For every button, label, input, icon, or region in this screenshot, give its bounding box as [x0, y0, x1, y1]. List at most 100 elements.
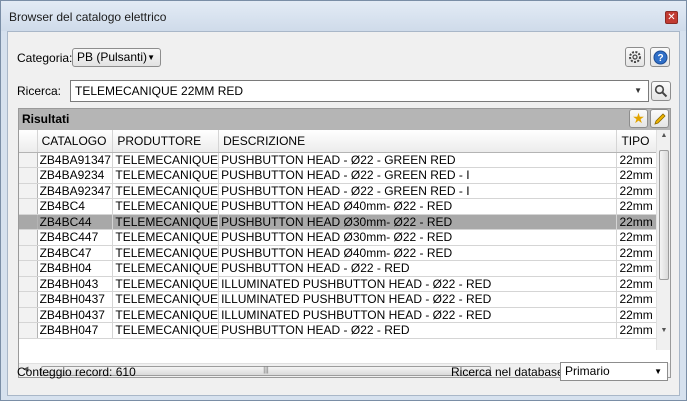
results-panel: Risultati ★ CATALOGO PRODUTTORE DESCRIZI… — [18, 108, 671, 378]
cell-tipo: 22mm — [616, 198, 657, 215]
results-grid[interactable]: CATALOGO PRODUTTORE DESCRIZIONE TIPO ZB4… — [19, 130, 657, 350]
cell-catalogo: ZB4BC44 — [37, 214, 114, 230]
row-header[interactable] — [19, 245, 38, 261]
table-row[interactable]: ZB4BA9234 TELEMECANIQUE PUSHBUTTON HEAD - … — [19, 167, 657, 184]
cell-descrizione: ILLUMINATED PUSHBUTTON HEAD - Ø22 - RED — [218, 307, 618, 323]
favorites-button[interactable]: ★ — [629, 109, 648, 128]
search-input[interactable]: TELEMECANIQUE 22MM RED ▼ — [70, 80, 649, 102]
table-row[interactable]: ZB4BH0437 TELEMECANIQUE ILLUMINATED PUSHBU… — [19, 291, 657, 308]
help-button[interactable]: ? — [650, 47, 670, 67]
cell-tipo: 22mm — [616, 152, 657, 168]
table-row[interactable]: ZB4BA92347 TELEMECANIQUE PUSHBUTTON HEAD -… — [19, 183, 657, 199]
search-button[interactable] — [651, 81, 671, 101]
cell-produttore: TELEMECANIQUE — [112, 276, 220, 292]
cell-tipo: 22mm — [616, 260, 657, 277]
cell-tipo: 22mm — [616, 167, 657, 184]
cell-descrizione: PUSHBUTTON HEAD Ø30mm- Ø22 - RED — [218, 229, 618, 246]
cell-produttore: TELEMECANIQUE — [112, 214, 220, 230]
row-header[interactable] — [19, 291, 38, 308]
cell-catalogo: ZB4BH0437 — [37, 307, 114, 323]
edit-button[interactable] — [650, 109, 669, 128]
column-header-tipo[interactable]: TIPO — [616, 130, 657, 153]
cell-descrizione: ILLUMINATED PUSHBUTTON HEAD - Ø22 - RED — [218, 276, 618, 292]
cell-catalogo: ZB4BA9234 — [37, 167, 114, 184]
cell-catalogo: ZB4BH0437 — [37, 291, 114, 308]
results-table: CATALOGO PRODUTTORE DESCRIZIONE TIPO ZB4… — [19, 130, 657, 339]
star-icon: ★ — [632, 110, 645, 126]
category-label: Categoria: — [17, 51, 73, 65]
header-row: CATALOGO PRODUTTORE DESCRIZIONE TIPO — [19, 130, 657, 153]
row-header[interactable] — [19, 307, 38, 323]
table-row[interactable]: ZB4BH047 TELEMECANIQUE PUSHBUTTON HEAD - Ø… — [19, 322, 657, 339]
table-row[interactable]: ZB4BA91347 TELEMECANIQUE PUSHBUTTON HEAD -… — [19, 152, 657, 168]
cell-descrizione: PUSHBUTTON HEAD Ø40mm- Ø22 - RED — [218, 245, 618, 261]
chevron-down-icon: ▼ — [147, 53, 155, 62]
cell-descrizione: PUSHBUTTON HEAD - Ø22 - GREEN RED - I — [218, 183, 618, 199]
table-row[interactable]: ZB4BH04 TELEMECANIQUE PUSHBUTTON HEAD - Ø2… — [19, 260, 657, 277]
cell-produttore: TELEMECANIQUE — [112, 167, 220, 184]
results-header: Risultati — [19, 109, 670, 130]
column-header-produttore[interactable]: PRODUTTORE — [112, 130, 220, 153]
settings-button[interactable] — [625, 47, 645, 67]
database-dropdown[interactable]: Primario ▼ — [560, 362, 668, 381]
cell-descrizione: PUSHBUTTON HEAD - Ø22 - GREEN RED - I — [218, 167, 618, 184]
cell-catalogo: ZB4BC4 — [37, 198, 114, 215]
table-row[interactable]: ZB4BC447 TELEMECANIQUE PUSHBUTTON HEAD Ø30… — [19, 229, 657, 246]
database-label: Ricerca nel database: — [451, 365, 568, 379]
cell-produttore: TELEMECANIQUE — [112, 245, 220, 261]
gear-icon — [629, 51, 641, 63]
cell-produttore: TELEMECANIQUE — [112, 291, 220, 308]
database-value: Primario — [565, 364, 610, 378]
cell-tipo: 22mm — [616, 214, 657, 230]
row-header[interactable] — [19, 276, 38, 292]
category-dropdown[interactable]: PB (Pulsanti) ▼ — [72, 48, 161, 67]
cell-descrizione: PUSHBUTTON HEAD - Ø22 - RED — [218, 322, 618, 339]
close-button[interactable]: ✕ — [665, 11, 678, 24]
table-row[interactable]: ZB4BC4 TELEMECANIQUE PUSHBUTTON HEAD Ø40mm… — [19, 198, 657, 215]
row-header[interactable] — [19, 229, 38, 246]
cell-descrizione: PUSHBUTTON HEAD - Ø22 - RED — [218, 260, 618, 277]
table-row[interactable]: ZB4BC44 TELEMECANIQUE PUSHBUTTON HEAD Ø30m… — [19, 214, 657, 230]
row-header-corner — [19, 130, 38, 153]
category-value: PB (Pulsanti) — [77, 50, 148, 64]
table-row[interactable]: ZB4BH0437 TELEMECANIQUE ILLUMINATED PUSHBU… — [19, 307, 657, 323]
row-header[interactable] — [19, 183, 38, 199]
cell-tipo: 22mm — [616, 307, 657, 323]
cell-produttore: TELEMECANIQUE — [112, 307, 220, 323]
row-header[interactable] — [19, 198, 38, 215]
row-header[interactable] — [19, 167, 38, 184]
dialog-body: Categoria: PB (Pulsanti) ▼ ? Ricerca: TE… — [7, 31, 680, 396]
cell-tipo: 22mm — [616, 245, 657, 261]
scroll-up-icon[interactable]: ▲ — [657, 132, 671, 139]
window-title: Browser del catalogo elettrico — [9, 10, 167, 24]
vertical-scrollbar[interactable]: ▲ ▼ — [656, 130, 670, 350]
cell-descrizione: PUSHBUTTON HEAD - Ø22 - GREEN RED — [218, 152, 618, 168]
cell-descrizione: ILLUMINATED PUSHBUTTON HEAD - Ø22 - RED — [218, 291, 618, 308]
search-icon — [654, 84, 668, 98]
cell-produttore: TELEMECANIQUE — [112, 229, 220, 246]
column-header-descrizione[interactable]: DESCRIZIONE — [218, 130, 618, 153]
row-header[interactable] — [19, 260, 38, 277]
table-row[interactable]: ZB4BH043 TELEMECANIQUE ILLUMINATED PUSHBUT… — [19, 276, 657, 292]
table-row[interactable]: ZB4BC47 TELEMECANIQUE PUSHBUTTON HEAD Ø40m… — [19, 245, 657, 261]
row-header[interactable] — [19, 214, 38, 230]
cell-tipo: 22mm — [616, 276, 657, 292]
title-bar[interactable]: Browser del catalogo elettrico ✕ — [1, 1, 686, 31]
column-header-catalogo[interactable]: CATALOGO — [37, 130, 114, 153]
row-header[interactable] — [19, 322, 38, 339]
cell-catalogo: ZB4BH043 — [37, 276, 114, 292]
cell-descrizione: PUSHBUTTON HEAD Ø40mm- Ø22 - RED — [218, 198, 618, 215]
row-header[interactable] — [19, 152, 38, 168]
results-title: Risultati — [22, 112, 70, 126]
search-label: Ricerca: — [17, 84, 62, 98]
help-icon: ? — [653, 50, 667, 64]
scroll-down-icon[interactable]: ▼ — [657, 327, 671, 334]
cell-tipo: 22mm — [616, 291, 657, 308]
vertical-scroll-thumb[interactable] — [659, 150, 669, 280]
cell-tipo: 22mm — [616, 322, 657, 339]
chevron-down-icon: ▼ — [654, 367, 662, 376]
cell-catalogo: ZB4BH04 — [37, 260, 114, 277]
cell-catalogo: ZB4BA91347 — [37, 152, 114, 168]
pencil-icon — [653, 112, 666, 125]
chevron-down-icon[interactable]: ▼ — [634, 81, 642, 101]
